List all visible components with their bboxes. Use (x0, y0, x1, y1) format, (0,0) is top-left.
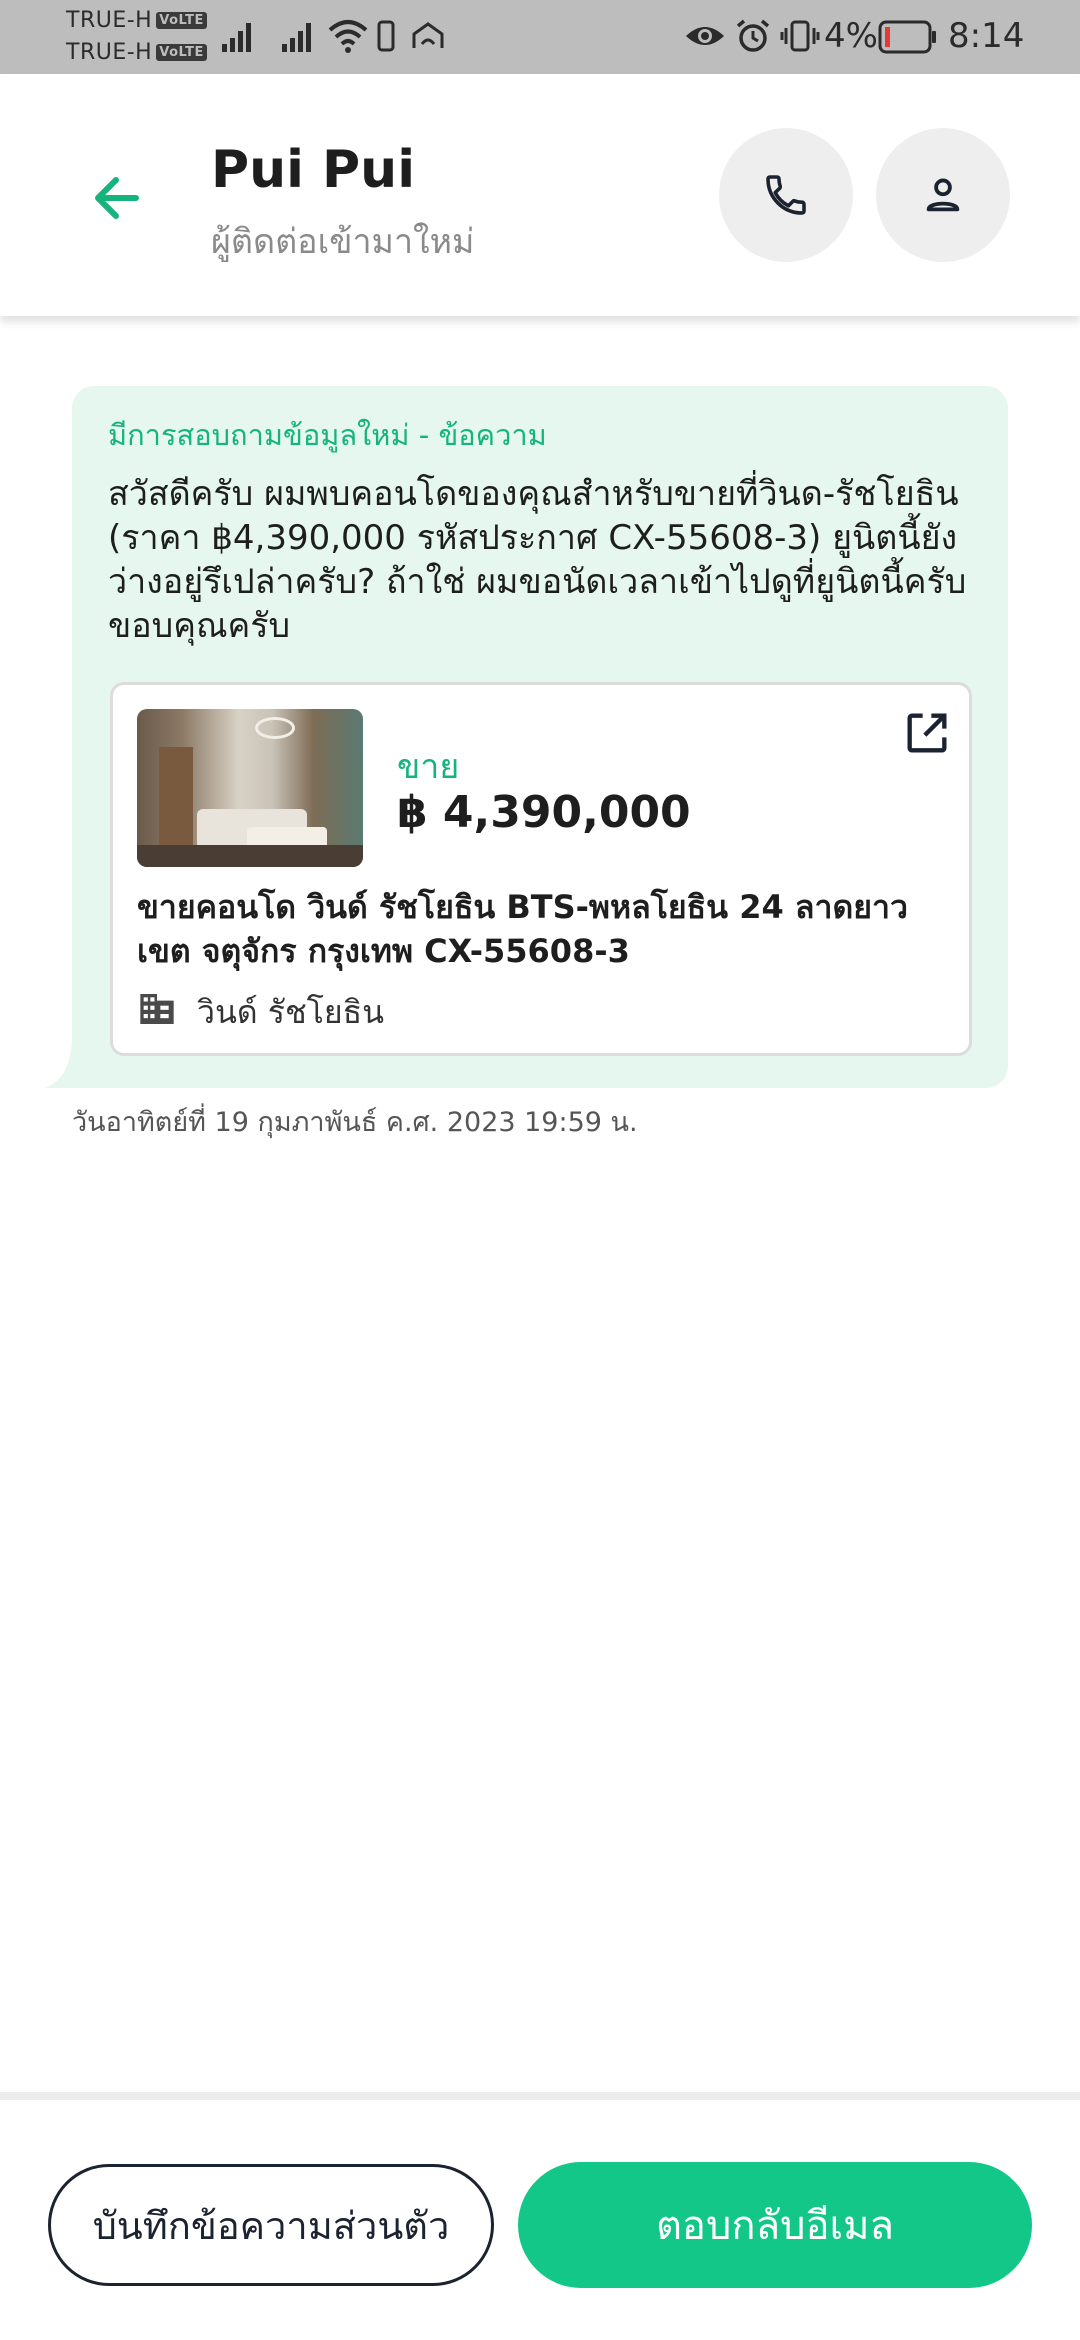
inquiry-message-text: สวัสดีครับ ผมพบคอนโดของคุณสำหรับขายที่วิ… (108, 474, 967, 646)
open-external-icon[interactable] (901, 707, 953, 759)
signal-icon-2 (282, 23, 311, 52)
contact-name: Pui Pui (211, 140, 416, 200)
reply-email-button[interactable]: ตอบกลับอีเมล (518, 2162, 1032, 2288)
carrier-1: TRUE-H VoLTE (66, 8, 207, 33)
battery-percent: 4% (824, 16, 878, 56)
contact-profile-button[interactable] (876, 128, 1010, 262)
call-button[interactable] (719, 128, 853, 262)
conversation-header: Pui Pui ผู้ติดต่อเข้ามาใหม่ (0, 74, 1080, 316)
hotspot-icon (412, 22, 444, 48)
battery-icon (878, 20, 936, 54)
carrier-2: TRUE-H VoLTE (66, 40, 207, 65)
status-bar: TRUE-H VoLTE TRUE-H VoLTE 4% 8:14 (0, 0, 1080, 74)
vibrate-icon (780, 20, 820, 52)
bottom-action-bar: บันทึกข้อความส่วนตัว ตอบกลับอีเมล (0, 2092, 1080, 2340)
message-timestamp: วันอาทิตย์ที่ 19 กุมภาพันธ์ ค.ศ. 2023 19… (72, 1107, 638, 1138)
inquiry-message-bubble: มีการสอบถามข้อมูลใหม่ - ข้อความ สวัสดีคร… (72, 386, 1008, 1088)
listing-title: ขายคอนโด วินด์ รัชโยธิน BTS-พหลโยธิน 24 … (137, 888, 908, 970)
eye-icon (686, 27, 724, 45)
wifi-icon (328, 20, 368, 53)
listing-price: ฿ 4,390,000 (397, 787, 691, 838)
listing-card[interactable]: ขาย ฿ 4,390,000 ขายคอนโด วินด์ รัชโยธิน … (110, 682, 972, 1056)
listing-type-label: ขาย (397, 747, 460, 787)
carrier-1-label: TRUE-H (66, 8, 153, 33)
inquiry-title: มีการสอบถามข้อมูลใหม่ - ข้อความ (108, 418, 547, 452)
carrier-2-label: TRUE-H (66, 40, 153, 65)
phone-storage-icon (377, 20, 395, 52)
back-arrow-icon[interactable] (86, 166, 150, 230)
building-icon (140, 994, 174, 1024)
person-icon (926, 178, 960, 212)
volte-badge: VoLTE (156, 44, 207, 61)
volte-badge: VoLTE (156, 12, 207, 29)
listing-project-name: วินด์ รัชโยธิน (197, 993, 385, 1031)
listing-thumbnail (137, 709, 363, 867)
signal-icon (222, 23, 251, 52)
contact-status: ผู้ติดต่อเข้ามาใหม่ (211, 222, 475, 262)
phone-icon (766, 175, 806, 215)
clock: 8:14 (948, 16, 1025, 56)
alarm-icon (736, 19, 770, 52)
private-note-button[interactable]: บันทึกข้อความส่วนตัว (48, 2164, 494, 2286)
